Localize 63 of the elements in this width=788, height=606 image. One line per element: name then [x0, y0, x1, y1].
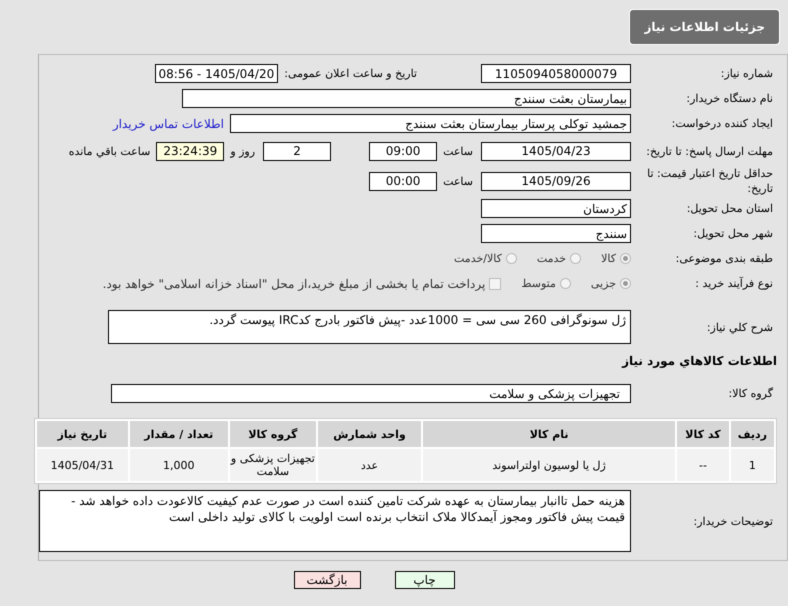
goods-group-field[interactable]: تجهیزات پزشکی و سلامت	[111, 384, 631, 403]
field-label: حداقل تاریخ اعتبار قیمت: تا تاریخ:	[646, 166, 774, 196]
field-label: ایجاد کننده درخواست:	[670, 116, 774, 131]
table-cell: 1405/04/31	[37, 449, 128, 481]
field-label: شهر محل تحویل:	[692, 226, 774, 241]
option-label: جزیی	[590, 277, 616, 290]
field-label: استان محل تحویل:	[686, 201, 774, 216]
field-label: مهلت ارسال پاسخ: تا تاریخ:	[645, 144, 774, 158]
need-number-field[interactable]: 1105094058000079	[481, 64, 631, 83]
field-label: شماره نیاز:	[720, 66, 774, 81]
option-label: کالا	[601, 252, 616, 265]
table-cell: 1	[730, 449, 774, 481]
buyer-field[interactable]: بیمارستان بعثت سنندج	[182, 89, 631, 108]
column-header: کد کالا	[677, 421, 729, 447]
radio-button[interactable]	[620, 253, 631, 264]
radio-button[interactable]	[560, 278, 571, 289]
table-cell: --	[677, 449, 729, 481]
column-header: نام کالا	[423, 421, 676, 447]
column-header: گروه کالا	[230, 421, 316, 447]
remaining-label: ساعت باقي مانده	[68, 144, 150, 158]
option-label: خدمت	[536, 252, 566, 265]
buyer-notes-field[interactable]: هزینه حمل تاانبار بیمارستان به عهده شرکت تامین کننده است در صورت عدم کیفیت کالاعودت داده خواهد شد - قیمت پیش فاکتور ومجوز آیمدکالا ملاک انتخاب برنده است اولویت با کالای تولید داخلی است	[39, 490, 631, 552]
checkbox[interactable]	[489, 278, 502, 290]
field-label: نام دستگاه خریدار:	[685, 91, 774, 106]
table-cell: 1,000	[130, 449, 228, 481]
option-label: کالا/خدمت	[454, 252, 502, 265]
field-label: طبقه بندی موضوعی:	[674, 251, 774, 266]
page-title: جزئیات اطلاعات نیاز	[629, 9, 780, 45]
radio-button[interactable]	[620, 278, 631, 289]
creator-field[interactable]: جمشید توکلی پرستار بیمارستان بعثت سنندج	[230, 114, 631, 133]
time-label: ساعت	[443, 144, 473, 158]
deadline-time-field[interactable]: 09:00	[369, 142, 438, 160]
option-label: متوسط	[521, 277, 556, 290]
column-header: تاریخ نیاز	[37, 421, 128, 447]
payment-note: پرداخت تمام یا بخشی از مبلغ خرید،از محل "اسناد خزانه اسلامی" خواهد بود.	[102, 276, 486, 290]
field-label: گروه کالا:	[728, 386, 774, 401]
column-header: واحد شمارش	[318, 421, 422, 447]
table-cell: ژل یا لوسیون اولتراسوند	[423, 449, 676, 481]
radio-button[interactable]	[506, 253, 517, 264]
announce-date-field[interactable]: 1405/04/20 - 08:56	[154, 64, 278, 83]
section-title: اطلاعات کالاهاي مورد نیاز	[622, 354, 777, 368]
description-field[interactable]: ژل سونوگرافی 260 سی سی = 1000عدد -پیش فاکتور بادرج کدIRC پیوست گردد.	[108, 310, 631, 344]
column-header: ردیف	[730, 421, 774, 447]
field-label: توضیحات خریدار:	[692, 514, 774, 528]
field-label: شرح کلي نیاز:	[706, 320, 774, 334]
table-cell: عدد	[318, 449, 422, 481]
deadline-date-field[interactable]: 1405/04/23	[481, 142, 631, 160]
field-label: تاریخ و ساعت اعلان عمومی:	[284, 66, 418, 81]
remaining-time-field[interactable]: 23:24:39	[156, 142, 224, 160]
column-header: تعداد / مقدار	[130, 421, 228, 447]
city-field[interactable]: سنندج	[481, 224, 631, 243]
province-field[interactable]: کردستان	[481, 199, 631, 218]
table-cell: تجهیزات پزشکی و سلامت	[230, 449, 316, 481]
days-field[interactable]: 2	[263, 142, 332, 160]
print-button[interactable]: چاپ	[394, 571, 454, 589]
time-label: ساعت	[443, 174, 473, 188]
back-button[interactable]: بازگشت	[294, 571, 360, 589]
days-label: روز و	[230, 144, 256, 158]
validity-date-field[interactable]: 1405/09/26	[481, 172, 631, 190]
field-label: نوع فرآیند خرید :	[694, 276, 774, 291]
validity-time-field[interactable]: 00:00	[369, 172, 438, 190]
radio-button[interactable]	[570, 253, 582, 264]
buyer-contact-link[interactable]: اطلاعات تماس خریدار	[112, 116, 224, 130]
